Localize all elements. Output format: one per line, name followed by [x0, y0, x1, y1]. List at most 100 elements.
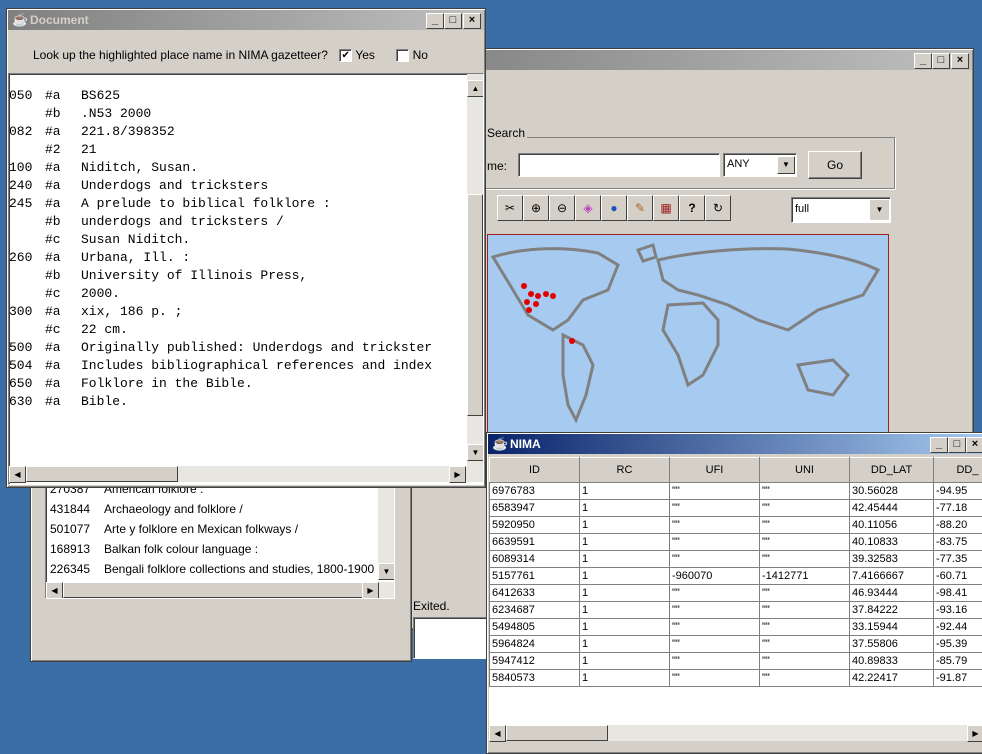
arrow-down-icon[interactable]: ▼: [378, 563, 395, 580]
table-cell: 30.56028: [850, 483, 934, 500]
minimize-button[interactable]: _: [914, 53, 932, 69]
map-marker[interactable]: [521, 283, 527, 289]
table-cell: 6089314: [490, 551, 580, 568]
map-marker[interactable]: [543, 291, 549, 297]
results-hscrollbar[interactable]: ◀ ▶: [46, 582, 394, 598]
map-marker[interactable]: [550, 293, 556, 299]
results-list[interactable]: 270387American folklore : 431844Archaeol…: [45, 479, 395, 599]
status-text: Exited.: [413, 599, 450, 613]
layers-icon[interactable]: ▦: [653, 195, 679, 221]
arrow-right-icon[interactable]: ▶: [967, 725, 982, 742]
marc-line: #c2000.: [9, 286, 120, 304]
close-button[interactable]: ×: [951, 53, 969, 69]
table-row[interactable]: 60893141""""39.32583-77.35: [490, 551, 982, 568]
zoom-select[interactable]: full ▼: [791, 197, 891, 223]
column-header[interactable]: UNI: [760, 458, 850, 483]
column-header[interactable]: ID: [490, 458, 580, 483]
maximize-button[interactable]: □: [932, 53, 950, 69]
nima-hscroll-thumb[interactable]: [506, 725, 608, 741]
maximize-button[interactable]: □: [444, 13, 462, 29]
arrow-left-icon[interactable]: ◀: [46, 582, 63, 599]
arrow-up-icon[interactable]: ▲: [467, 80, 484, 97]
table-row[interactable]: 69767831""""30.56028-94.95: [490, 483, 982, 500]
results-hscroll-thumb[interactable]: [63, 582, 365, 598]
chevron-down-icon[interactable]: ▼: [870, 200, 889, 220]
arrow-left-icon[interactable]: ◀: [489, 725, 506, 742]
nima-hscrollbar[interactable]: ◀ ▶: [489, 725, 982, 741]
map-marker[interactable]: [535, 293, 541, 299]
maximize-button[interactable]: □: [948, 437, 966, 453]
map-marker[interactable]: [533, 301, 539, 307]
column-header[interactable]: DD_LAT: [850, 458, 934, 483]
table-cell: -77.18: [934, 500, 982, 517]
marc-vscrollbar[interactable]: ▲ ▼: [467, 74, 483, 466]
arrow-right-icon[interactable]: ▶: [449, 466, 466, 483]
marc-subfield: #a: [45, 250, 81, 265]
table-row[interactable]: 59474121""""40.89833-85.79: [490, 653, 982, 670]
results-scrollbar[interactable]: ▼: [378, 480, 394, 580]
minimize-button[interactable]: _: [930, 437, 948, 453]
name-search-input[interactable]: [518, 153, 720, 177]
list-item[interactable]: 226345Bengali folklore collections and s…: [50, 562, 374, 576]
table-cell: 40.10833: [850, 534, 934, 551]
zoom-out-icon[interactable]: ⊖: [549, 195, 575, 221]
go-button[interactable]: Go: [808, 151, 862, 179]
column-header[interactable]: RC: [580, 458, 670, 483]
table-row[interactable]: 51577611-960070-14127717.4166667-60.71: [490, 568, 982, 585]
column-header[interactable]: UFI: [670, 458, 760, 483]
list-item[interactable]: 501077Arte y folklore en Mexican folkway…: [50, 522, 298, 536]
table-row[interactable]: 58405731""""42.22417-91.87: [490, 670, 982, 687]
help-icon[interactable]: ?: [679, 195, 705, 221]
table-cell: 6583947: [490, 500, 580, 517]
no-checkbox[interactable]: [396, 49, 409, 62]
close-button[interactable]: ×: [463, 13, 481, 29]
table-row[interactable]: 54948051""""33.15944-92.44: [490, 619, 982, 636]
marc-vscroll-thumb[interactable]: [467, 194, 483, 416]
scissors-icon[interactable]: ✂: [497, 195, 523, 221]
arrow-down-icon[interactable]: ▼: [467, 444, 484, 461]
column-header[interactable]: DD_: [934, 458, 982, 483]
marc-tag: 630: [9, 394, 45, 409]
table-row[interactable]: 62346871""""37.84222-93.16: [490, 602, 982, 619]
minimize-button[interactable]: _: [426, 13, 444, 29]
map-marker[interactable]: [569, 338, 575, 344]
map-marker[interactable]: [528, 291, 534, 297]
paint-icon[interactable]: ✎: [627, 195, 653, 221]
globe-icon[interactable]: ●: [601, 195, 627, 221]
yes-checkbox[interactable]: ✔: [339, 49, 352, 62]
list-item[interactable]: 168913Balkan folk colour language :: [50, 542, 258, 556]
no-label: No: [413, 48, 428, 62]
result-id: 431844: [50, 502, 104, 516]
result-title: Archaeology and folklore /: [104, 502, 243, 516]
marc-line: #bunderdogs and tricksters /: [9, 214, 284, 232]
table-cell: -1412771: [760, 568, 850, 585]
scope-select[interactable]: ANY ▼: [723, 153, 797, 177]
marc-hscroll-thumb[interactable]: [26, 466, 178, 482]
table-row[interactable]: 64126331""""46.93444-98.41: [490, 585, 982, 602]
list-item[interactable]: 431844Archaeology and folklore /: [50, 502, 243, 516]
yes-label: Yes: [355, 48, 375, 62]
marc-line: #c22 cm.: [9, 322, 128, 340]
table-row[interactable]: 59209501""""40.11056-88.20: [490, 517, 982, 534]
refresh-icon[interactable]: ↻: [705, 195, 731, 221]
arrow-right-icon[interactable]: ▶: [362, 582, 379, 599]
map-marker[interactable]: [524, 299, 530, 305]
table-cell: -93.16: [934, 602, 982, 619]
chevron-down-icon[interactable]: ▼: [777, 156, 795, 174]
table-row[interactable]: 66395911""""40.10833-83.75: [490, 534, 982, 551]
map-marker[interactable]: [526, 307, 532, 313]
table-row[interactable]: 65839471""""42.45444-77.18: [490, 500, 982, 517]
zoom-in-icon[interactable]: ⊕: [523, 195, 549, 221]
marc-hscrollbar[interactable]: ◀ ▶: [9, 466, 483, 482]
table-cell: 6976783: [490, 483, 580, 500]
table-cell: -92.44: [934, 619, 982, 636]
marc-record-area[interactable]: 050#aBS625#b.N53 2000082#a221.8/398352#2…: [8, 73, 484, 485]
table-cell: -94.95: [934, 483, 982, 500]
close-button[interactable]: ×: [966, 437, 982, 453]
marc-value: Originally published: Underdogs and tric…: [81, 340, 432, 355]
marc-subfield: #a: [45, 178, 81, 193]
arrow-left-icon[interactable]: ◀: [9, 466, 26, 483]
document-title: Document: [30, 13, 89, 27]
palette-icon[interactable]: ◈: [575, 195, 601, 221]
table-row[interactable]: 59648241""""37.55806-95.39: [490, 636, 982, 653]
